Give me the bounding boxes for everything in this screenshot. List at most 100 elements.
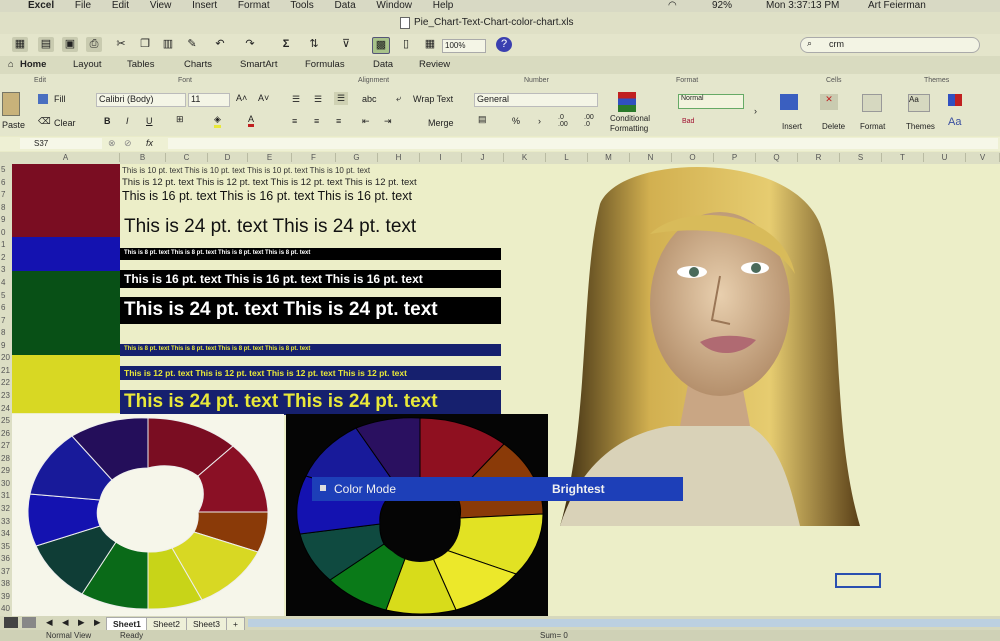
cut-icon[interactable]: ✂ [113,37,129,52]
gallery-icon[interactable]: ▩ [372,37,390,54]
templates-icon[interactable]: ▤ [38,37,54,52]
column-header[interactable]: M [588,153,630,162]
horizontal-scrollbar[interactable] [248,619,1000,627]
column-header[interactable]: S [840,153,882,162]
menu-edit[interactable]: Edit [112,0,129,11]
column-header[interactable]: B [120,153,166,162]
align-right-icon[interactable]: ≡ [336,116,341,126]
shrink-font-button[interactable]: A˅ [258,93,269,103]
print-icon[interactable]: ⎙ [86,37,102,52]
paste-icon[interactable]: ▥ [160,37,176,52]
column-header[interactable]: A [12,153,120,162]
column-header[interactable]: Q [756,153,798,162]
filter-icon[interactable]: ⊽ [338,37,354,52]
column-header[interactable]: T [882,153,924,162]
italic-button[interactable]: I [126,116,129,126]
tab-smartart[interactable]: SmartArt [240,59,277,70]
column-header[interactable]: O [672,153,714,162]
align-top-icon[interactable]: ☰ [292,94,300,105]
portrait-photo[interactable] [560,164,860,526]
themes-button[interactable]: Themes [906,122,935,131]
borders-button[interactable]: ⊞ [176,114,184,125]
column-header[interactable]: D [208,153,248,162]
column-header[interactable]: G [336,153,378,162]
align-bottom-icon[interactable]: ☰ [334,92,349,105]
name-box[interactable]: S37 [20,138,102,149]
color-wheel-chart-dark[interactable] [286,414,548,616]
delete-cells-button[interactable]: Delete [822,122,845,131]
confirm-icon[interactable]: ⊘ [124,138,132,149]
menu-insert[interactable]: Insert [192,0,217,11]
delete-cells-icon[interactable]: ✕ [820,94,838,110]
themes-icon[interactable]: Aa [908,94,930,112]
percent-button[interactable]: % [512,116,520,126]
bold-button[interactable]: B [104,116,111,126]
first-sheet-icon[interactable]: ◀ [46,617,53,628]
last-sheet-icon[interactable]: ▶ [94,617,101,628]
column-header[interactable]: I [420,153,462,162]
view-layout-icon[interactable] [22,617,36,628]
prev-sheet-icon[interactable]: ◀ [62,617,69,628]
column-header[interactable]: H [378,153,420,162]
align-middle-icon[interactable]: ☰ [314,94,322,105]
column-header[interactable]: E [248,153,292,162]
theme-colors-icon[interactable] [948,94,962,106]
style-normal[interactable]: Normal [678,94,744,109]
insert-cells-icon[interactable] [780,94,798,110]
menu-window[interactable]: Window [376,0,412,11]
copy-icon[interactable]: ❐ [137,37,153,52]
menu-tools[interactable]: Tools [290,0,313,11]
search-field[interactable]: ⌕ crm [800,37,980,53]
conditional-formatting-label-2[interactable]: Formatting [610,124,648,133]
clear-button[interactable]: Clear [54,118,76,128]
zoom-select[interactable]: 100% [442,39,486,53]
tab-home[interactable]: Home [20,59,46,70]
help-icon[interactable]: ? [496,37,512,52]
format-painter-icon[interactable]: ✎ [184,37,200,52]
wrap-text-button[interactable]: Wrap Text [413,94,453,104]
formula-input[interactable] [168,138,998,149]
conditional-formatting-icon[interactable] [618,92,636,112]
column-header[interactable]: C [166,153,208,162]
sheet-tab-3[interactable]: Sheet3 [186,617,227,631]
underline-button[interactable]: U [146,116,153,126]
sheet-tab-2[interactable]: Sheet2 [146,617,187,631]
projector-osd-bar[interactable]: Color Mode Brightest [312,477,683,501]
conditional-formatting-label-1[interactable]: Conditional [610,114,650,123]
merge-button[interactable]: Merge [428,118,454,128]
function-button[interactable]: fx [146,138,153,148]
selected-cell[interactable] [835,573,881,588]
view-normal-icon[interactable] [4,617,18,628]
fill-color-button[interactable]: ◈ [214,114,221,128]
column-header[interactable]: P [714,153,756,162]
paste-button[interactable]: Paste [2,120,25,130]
undo-icon[interactable]: ↶ [212,37,228,52]
column-header[interactable]: R [798,153,840,162]
text-orientation-button[interactable]: abc [362,94,377,104]
save-icon[interactable]: ▣ [62,37,78,52]
wifi-icon[interactable]: ◠ [668,0,677,11]
sheet-tab-1[interactable]: Sheet1 [106,617,148,631]
autosum-icon[interactable]: Σ [278,37,294,52]
styles-more-icon[interactable]: › [754,106,757,116]
fill-button[interactable]: Fill [54,94,66,104]
font-name-select[interactable]: Calibri (Body) [96,93,186,107]
column-header[interactable]: K [504,153,546,162]
clear-icon[interactable]: ⌫ [38,116,51,127]
column-header[interactable]: N [630,153,672,162]
add-sheet-button[interactable]: + [226,617,245,631]
increase-indent-icon[interactable]: ⇥ [384,116,392,127]
comma-button[interactable]: › [538,116,541,126]
menu-help[interactable]: Help [433,0,454,11]
decrease-decimal-button[interactable]: .00.0 [584,114,594,128]
theme-fonts-button[interactable]: Aa [948,116,961,128]
tab-review[interactable]: Review [419,59,450,70]
menu-file[interactable]: File [75,0,91,11]
menu-excel[interactable]: Excel [28,0,54,11]
tab-tables[interactable]: Tables [127,59,154,70]
tab-charts[interactable]: Charts [184,59,212,70]
decrease-indent-icon[interactable]: ⇤ [362,116,370,127]
menu-format[interactable]: Format [238,0,270,11]
format-cells-button[interactable]: Format [860,122,885,131]
menu-view[interactable]: View [150,0,172,11]
